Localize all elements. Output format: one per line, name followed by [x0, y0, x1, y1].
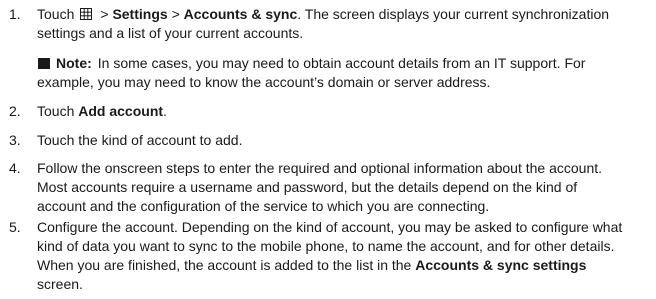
note-square-icon — [38, 58, 50, 69]
step-5-line3-pre: When you are finished, the account is ad… — [37, 257, 416, 273]
step-5-line1: Configure the account. Depending on the … — [37, 219, 623, 235]
note-line2: example, you may need to know the accoun… — [37, 74, 491, 90]
step-5-line2: kind of data you want to sync to the mob… — [37, 238, 615, 254]
add-account-label: Add account — [78, 103, 164, 119]
step-2-period: . — [163, 103, 167, 119]
menu-grid-icon — [80, 8, 93, 20]
note-label: Note: — [56, 55, 92, 71]
step-5-line4: screen. — [37, 276, 83, 292]
step-text: Touch > Settings > Accounts & sync. The s… — [37, 5, 653, 43]
breadcrumb-separator: > — [171, 6, 180, 22]
step-number: 3. — [9, 132, 21, 148]
step-number: 4. — [9, 160, 21, 176]
settings-label: Settings — [112, 6, 168, 22]
step-1-line2: settings and a list of your current acco… — [37, 25, 304, 41]
step-4-line1: Follow the onscreen steps to enter the r… — [37, 160, 603, 176]
step-text: Configure the account. Depending on the … — [37, 218, 653, 294]
step-number: 2. — [9, 103, 21, 119]
accounts-sync-settings-label: Accounts & sync settings — [415, 257, 587, 273]
note-line1: In some cases, you may need to obtain ac… — [97, 55, 586, 71]
step-2-touch: Touch — [37, 103, 79, 119]
breadcrumb-separator: > — [100, 6, 109, 22]
step-1-line1-rest: . The screen displays your current synch… — [297, 6, 610, 22]
note-block: Note: In some cases, you may need to obta… — [37, 54, 653, 92]
step-number: 1. — [9, 6, 21, 22]
step-4-line2: Most accounts require a username and pas… — [37, 179, 578, 195]
step-text: Touch the kind of account to add. — [37, 132, 243, 148]
step-4-line3: account and the configuration of the ser… — [37, 198, 490, 214]
step-text: Follow the onscreen steps to enter the r… — [37, 159, 653, 216]
step-1-touch: Touch — [37, 6, 75, 22]
accounts-sync-label: Accounts & sync — [183, 6, 298, 22]
step-number: 5. — [9, 219, 21, 235]
step-text: Touch Add account. — [37, 102, 653, 121]
